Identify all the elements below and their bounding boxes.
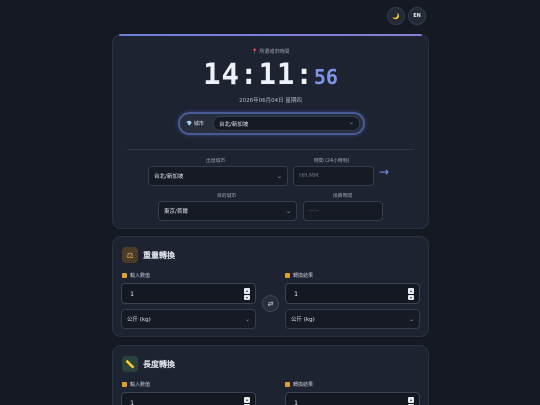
city-select[interactable]: 台北/新加坡 ⌄	[213, 116, 360, 131]
ruler-icon: 📏	[122, 356, 138, 372]
weight-from-unit-value: 公斤 (kg)	[127, 317, 151, 323]
length-input-stepper[interactable]: ▴▾	[244, 397, 250, 405]
weight-input-label: 輸入數值	[122, 272, 150, 279]
language-button[interactable]: EN	[408, 7, 426, 25]
length-output-value: 1	[294, 398, 299, 405]
weight-input[interactable]: 1 ▴ ▾	[121, 283, 256, 304]
output-marker-icon	[285, 382, 290, 387]
from-city-select[interactable]: 台北/新加坡 ⌄	[148, 166, 288, 186]
result-time-output: --:--	[303, 201, 383, 221]
weight-output-stepper[interactable]: ▴ ▾	[408, 288, 414, 300]
chevron-down-icon: ⌄	[244, 315, 250, 323]
scale-icon: ⚖	[122, 247, 138, 263]
weight-from-unit-select[interactable]: 公斤 (kg) ⌄	[121, 309, 256, 329]
weight-output[interactable]: 1 ▴ ▾	[285, 283, 420, 304]
weight-to-unit-select[interactable]: 公斤 (kg) ⌄	[285, 309, 420, 329]
clock-hours-minutes: 14:11:	[203, 57, 314, 91]
weight-input-value: 1	[130, 289, 135, 298]
chevron-down-icon: ⌄	[408, 315, 414, 323]
weight-output-label: 轉換結果	[285, 272, 313, 279]
length-input-label: 輸入數值	[122, 381, 150, 388]
swap-units-button[interactable]: ⇄	[262, 295, 279, 312]
length-title: 長度轉換	[143, 360, 175, 369]
to-city-value: 東京/首爾	[164, 209, 188, 215]
output-marker-icon	[285, 273, 290, 278]
clock-seconds: 56	[313, 65, 338, 89]
weight-to-unit-value: 公斤 (kg)	[291, 317, 315, 323]
divider	[127, 149, 414, 150]
city-selector-label: 💎 城市	[186, 121, 204, 127]
weight-input-stepper[interactable]: ▴ ▾	[244, 288, 250, 300]
length-input-value: 1	[130, 398, 135, 405]
to-city-label: 目的城市	[217, 194, 237, 199]
clock-display: 14:11:56	[113, 57, 428, 91]
to-city-select[interactable]: 東京/首爾 ⌄	[158, 201, 297, 221]
length-output-label-text: 轉換結果	[293, 382, 314, 388]
date-label: 2026年06月04日 星期四	[239, 98, 302, 104]
length-input[interactable]: 1 ▴▾	[121, 392, 256, 405]
weight-output-value: 1	[294, 289, 299, 298]
from-city-label: 出發城市	[206, 159, 226, 164]
length-output-stepper[interactable]: ▴▾	[408, 397, 414, 405]
weight-output-label-text: 轉換結果	[293, 273, 314, 279]
chevron-down-icon: ⌄	[348, 119, 354, 126]
length-card: 📏 長度轉換 輸入數值 1 ▴▾ 轉換結果 1 ▴▾	[112, 345, 429, 405]
city-selector[interactable]: 💎 城市 台北/新加坡 ⌄	[178, 112, 365, 135]
language-label: EN	[413, 13, 421, 19]
location-label: 📍 所選城市時間	[251, 49, 290, 55]
length-output-label: 轉換結果	[285, 381, 313, 388]
convert-arrow-button[interactable]: →	[379, 165, 389, 179]
city-select-value: 台北/新加坡	[219, 122, 249, 128]
weight-title: 重量轉換	[143, 251, 175, 260]
result-time-label: 換算時間	[333, 194, 353, 199]
weight-input-label-text: 輸入數值	[130, 273, 151, 279]
moon-icon: 🌙	[392, 12, 400, 20]
length-output[interactable]: 1 ▴▾	[285, 392, 420, 405]
weight-card: ⚖ 重量轉換 輸入數值 1 ▴ ▾ ⇄ 轉換結果 1 ▴ ▾ 公斤 (kg) ⌄ 公…	[112, 236, 429, 337]
chevron-down-icon: ⌄	[285, 207, 291, 215]
time-input[interactable]: HH:MM	[293, 166, 374, 186]
input-marker-icon	[122, 382, 127, 387]
result-time-placeholder: --:--	[309, 208, 319, 214]
time-input-placeholder: HH:MM	[299, 173, 319, 179]
chevron-down-icon: ⌄	[276, 172, 282, 180]
card-accent-bar	[119, 34, 422, 36]
theme-toggle-button[interactable]: 🌙	[387, 7, 405, 25]
time-card: 📍 所選城市時間 14:11:56 2026年06月04日 星期四 💎 城市 台…	[112, 34, 429, 229]
length-input-label-text: 輸入數值	[130, 382, 151, 388]
input-marker-icon	[122, 273, 127, 278]
time-input-label: 時間 (24小時制)	[314, 159, 350, 164]
swap-icon: ⇄	[267, 299, 274, 308]
from-city-value: 台北/新加坡	[154, 174, 184, 180]
